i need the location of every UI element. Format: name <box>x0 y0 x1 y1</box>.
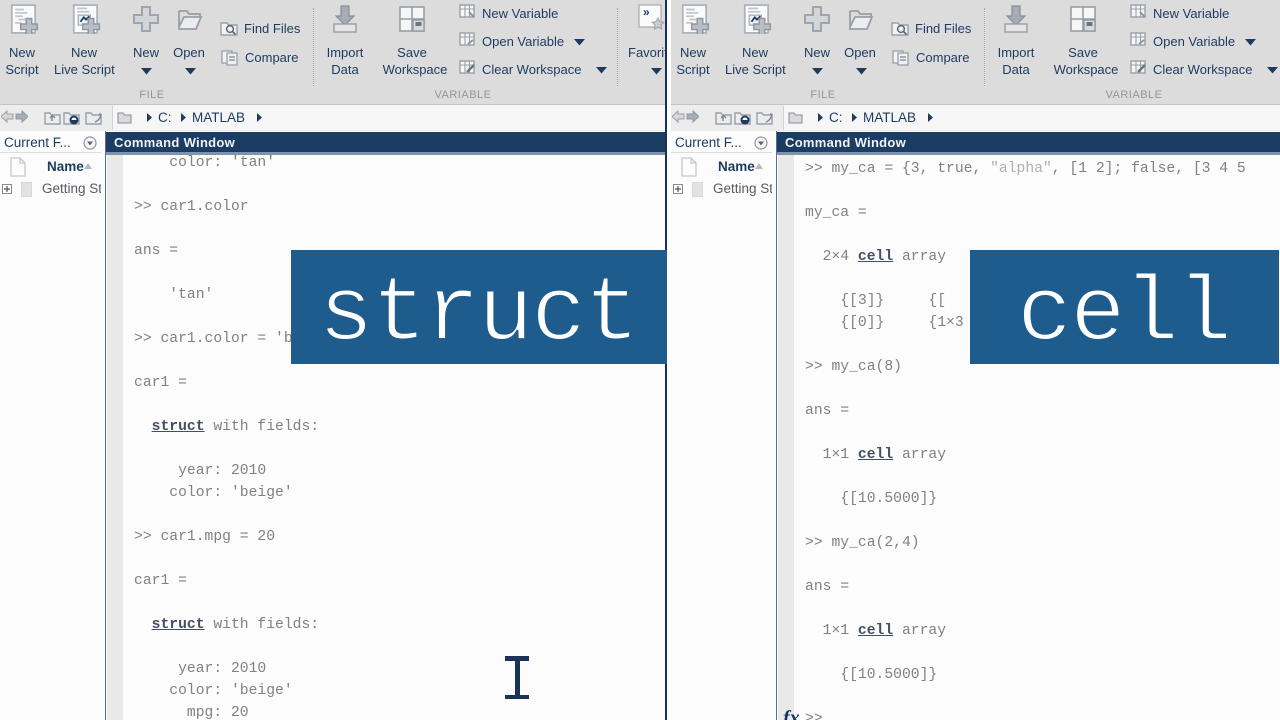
svg-text:»: » <box>643 5 650 19</box>
